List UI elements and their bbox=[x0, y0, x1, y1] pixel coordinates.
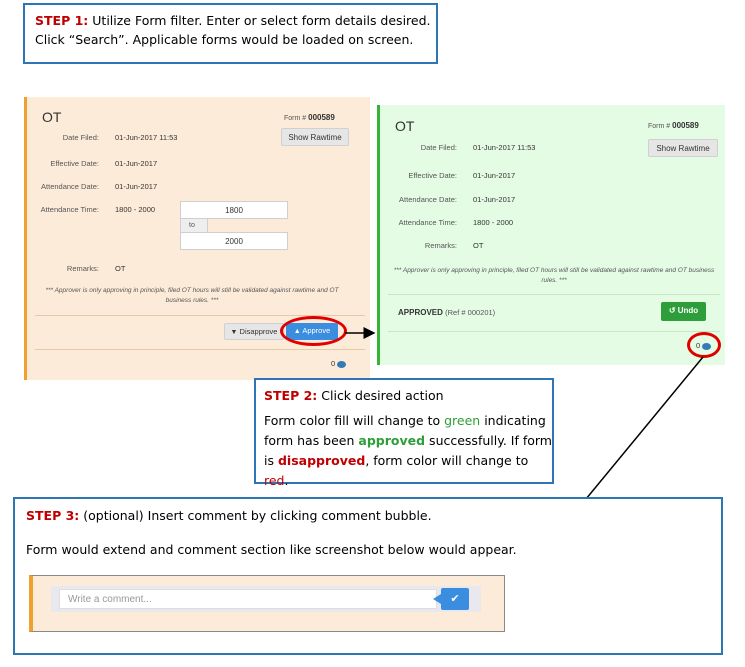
step2-heading: Click desired action bbox=[321, 388, 444, 403]
step2-label: STEP 2: bbox=[264, 388, 318, 403]
comment-section: Write a comment... ✔ bbox=[29, 575, 505, 632]
submit-button-arrow bbox=[433, 594, 441, 604]
step2-note: STEP 2: Click desired action Form color … bbox=[254, 378, 554, 488]
submit-comment-button[interactable]: ✔ bbox=[441, 588, 469, 610]
step2-line2: form has been approved successfully. If … bbox=[264, 433, 552, 448]
step2-line3: is disapproved, form color will change t… bbox=[264, 453, 529, 488]
step2-line1: Form color fill will change to green ind… bbox=[264, 413, 546, 428]
step3-label: STEP 3: bbox=[26, 508, 80, 523]
comment-input[interactable]: Write a comment... bbox=[59, 589, 437, 609]
step3-text: Form would extend and comment section li… bbox=[26, 542, 517, 557]
check-icon: ✔ bbox=[450, 593, 460, 605]
step3-heading: (optional) Insert comment by clicking co… bbox=[83, 508, 432, 523]
